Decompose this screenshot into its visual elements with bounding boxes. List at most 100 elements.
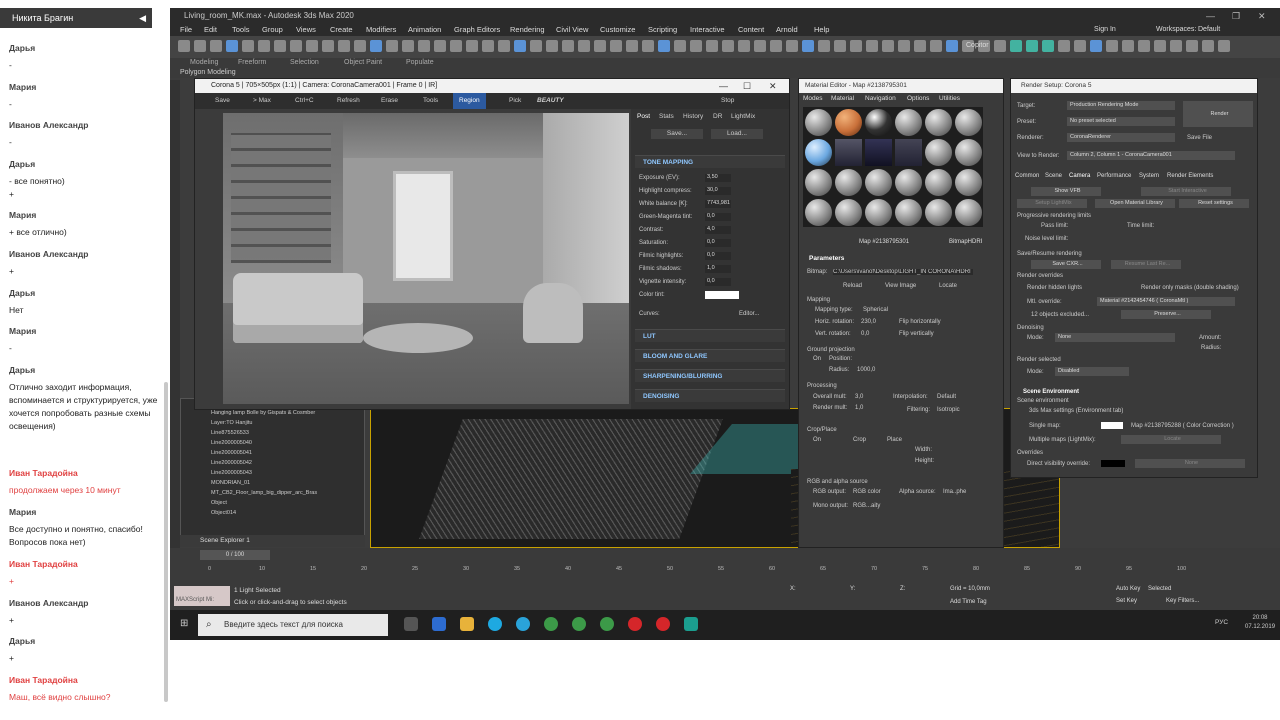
- menu-item-interactive[interactable]: Interactive: [690, 24, 725, 36]
- scene-explorer-row[interactable]: Line2000005040: [211, 439, 252, 448]
- task-view-icon[interactable]: [404, 617, 418, 631]
- rs-tab-common[interactable]: Common: [1015, 173, 1039, 179]
- toolbar-button-icon[interactable]: [610, 40, 622, 52]
- auto-key-button[interactable]: Auto Key: [1116, 586, 1140, 592]
- toolbar-button-icon[interactable]: [1122, 40, 1134, 52]
- vfb-copy-button[interactable]: Ctrl+C: [295, 93, 314, 109]
- tone-param-value[interactable]: 0,0: [705, 213, 731, 221]
- target-dropdown[interactable]: Production Rendering Mode: [1067, 101, 1175, 110]
- toolbar-button-icon[interactable]: [1074, 40, 1086, 52]
- toolbar-button-icon[interactable]: [946, 40, 958, 52]
- save-file-checkbox[interactable]: Save File: [1187, 135, 1212, 141]
- reset-settings-button[interactable]: Reset settings: [1179, 199, 1249, 208]
- add-time-tag[interactable]: Add Time Tag: [950, 599, 987, 605]
- direct-visibility-checkbox[interactable]: Direct visibility override:: [1027, 461, 1090, 467]
- flip-vertically-checkbox[interactable]: Flip vertically: [899, 331, 934, 337]
- set-key-button[interactable]: Set Key: [1116, 598, 1137, 604]
- 3dsmax-taskbar-icon[interactable]: [684, 617, 698, 631]
- vfb-to-max-button[interactable]: > Max: [253, 93, 271, 109]
- me-menu-modes[interactable]: Modes: [803, 93, 823, 105]
- curves-editor-button[interactable]: Editor...: [739, 311, 759, 317]
- menu-item-content[interactable]: Content: [738, 24, 764, 36]
- scene-explorer-row[interactable]: Line2000005041: [211, 449, 252, 458]
- menu-item-scripting[interactable]: Scripting: [648, 24, 677, 36]
- color-tint-swatch[interactable]: [705, 291, 739, 299]
- map-name-field[interactable]: Map #2138795301: [859, 239, 909, 245]
- toolbar-button-icon[interactable]: [1202, 40, 1214, 52]
- lut-section[interactable]: LUT: [635, 329, 785, 342]
- menu-item-arnold[interactable]: Arnold: [776, 24, 798, 36]
- windows-start-icon[interactable]: ⊞: [180, 618, 188, 629]
- single-map-radio[interactable]: Single map:: [1029, 423, 1061, 429]
- menu-item-views[interactable]: Views: [296, 24, 316, 36]
- alpha-source-dropdown[interactable]: Ima..phe: [943, 489, 966, 495]
- material-slot[interactable]: [955, 109, 982, 136]
- toolbar-button-icon[interactable]: [562, 40, 574, 52]
- menu-item-group[interactable]: Group: [262, 24, 283, 36]
- toolbar-button-icon[interactable]: [1170, 40, 1182, 52]
- toolbar-button-icon[interactable]: [1026, 40, 1038, 52]
- rs-tab-render-elements[interactable]: Render Elements: [1167, 173, 1213, 179]
- toolbar-button-icon[interactable]: [226, 40, 238, 52]
- tone-param-value[interactable]: 7743,981: [705, 200, 731, 208]
- scene-explorer-row[interactable]: Layer:TO Hanjitu: [211, 419, 252, 428]
- me-menu-material[interactable]: Material: [831, 93, 854, 105]
- scene-explorer-row[interactable]: MT_CB2_Floor_lamp_big_dipper_arc_Bras: [211, 489, 317, 498]
- timeline[interactable]: 0 / 100 0 10 15 20 25 30 35 40 45 50 55 60 65 70 75 80 8…: [170, 548, 1280, 582]
- toolbar-button-icon[interactable]: [530, 40, 542, 52]
- rs-tab-camera[interactable]: Camera: [1069, 173, 1090, 179]
- vfb-pick-button[interactable]: Pick: [509, 93, 521, 109]
- toolbar-button-icon[interactable]: [1218, 40, 1230, 52]
- menu-item-civil-view[interactable]: Civil View: [556, 24, 588, 36]
- toolbar-button-icon[interactable]: [178, 40, 190, 52]
- minimize-icon[interactable]: —: [1206, 8, 1215, 24]
- vert-rotation-field[interactable]: 0,0: [861, 331, 869, 337]
- material-slot[interactable]: [835, 199, 862, 226]
- vfb-tab-lightmix[interactable]: LightMix: [731, 113, 755, 120]
- vfb-maximize-icon[interactable]: ☐: [743, 79, 751, 93]
- mail-icon[interactable]: [432, 617, 446, 631]
- multiple-maps-radio[interactable]: Multiple maps (LightMix):: [1029, 437, 1096, 443]
- preset-dropdown[interactable]: No preset selected: [1067, 117, 1175, 126]
- vfb-tab-post[interactable]: Post: [637, 113, 650, 120]
- rgb-output-dropdown[interactable]: RGB color: [853, 489, 881, 495]
- single-map-button[interactable]: Map #2138795288 ( Color Correction ): [1131, 423, 1234, 429]
- skype-icon[interactable]: [488, 617, 502, 631]
- vfb-minimize-icon[interactable]: —: [719, 79, 728, 93]
- material-slot[interactable]: [865, 109, 892, 136]
- bloom-glare-section[interactable]: BLOOM AND GLARE: [635, 349, 785, 362]
- vfb-pass-dropdown[interactable]: BEAUTY: [537, 93, 564, 109]
- tone-param-value[interactable]: 0,0: [705, 278, 731, 286]
- toolbar-button-icon[interactable]: [658, 40, 670, 52]
- crop-radio[interactable]: Crop: [853, 437, 866, 443]
- tone-param-value[interactable]: 0,0: [705, 239, 731, 247]
- toolbar-button-icon[interactable]: [402, 40, 414, 52]
- toolbar-button-icon[interactable]: [882, 40, 894, 52]
- flip-horizontally-checkbox[interactable]: Flip horizontally: [899, 319, 941, 325]
- opera-icon[interactable]: [628, 617, 642, 631]
- toolbar-button-icon[interactable]: [834, 40, 846, 52]
- maxscript-listener[interactable]: MAXScript Mi:: [174, 586, 230, 606]
- key-filters-button[interactable]: Key Filters...: [1166, 598, 1199, 604]
- material-slot[interactable]: [895, 139, 922, 166]
- mtl-override-button[interactable]: Material #2142454746 ( CoronaMtl ): [1097, 297, 1235, 306]
- menu-item-graph-editors[interactable]: Graph Editors: [454, 24, 500, 36]
- vfb-region-button[interactable]: Region: [453, 93, 486, 109]
- toolbar-button-icon[interactable]: [466, 40, 478, 52]
- toolbar-button-icon[interactable]: [706, 40, 718, 52]
- preserve-button[interactable]: Preserve...: [1121, 310, 1211, 319]
- tone-param-value[interactable]: 1,0: [705, 265, 731, 273]
- me-menu-options[interactable]: Options: [907, 93, 929, 105]
- scene-explorer-row[interactable]: Hanging lamp Bolle by Gispats & Cosmber: [211, 409, 315, 418]
- vfb-save-button[interactable]: Save: [215, 93, 230, 109]
- telegram-icon[interactable]: [516, 617, 530, 631]
- tone-param-value[interactable]: 0,0: [705, 252, 731, 260]
- ribbon-tab-selection[interactable]: Selection: [290, 59, 319, 66]
- toolbar-button-icon[interactable]: [754, 40, 766, 52]
- render-button[interactable]: Render: [1183, 101, 1253, 127]
- render-selected-dropdown[interactable]: Disabled: [1055, 367, 1129, 376]
- resume-button[interactable]: Resume Last Re...: [1111, 260, 1181, 269]
- language-indicator[interactable]: РУС: [1215, 619, 1228, 626]
- scene-explorer-row[interactable]: Object: [211, 499, 227, 508]
- toolbar-button-icon[interactable]: [514, 40, 526, 52]
